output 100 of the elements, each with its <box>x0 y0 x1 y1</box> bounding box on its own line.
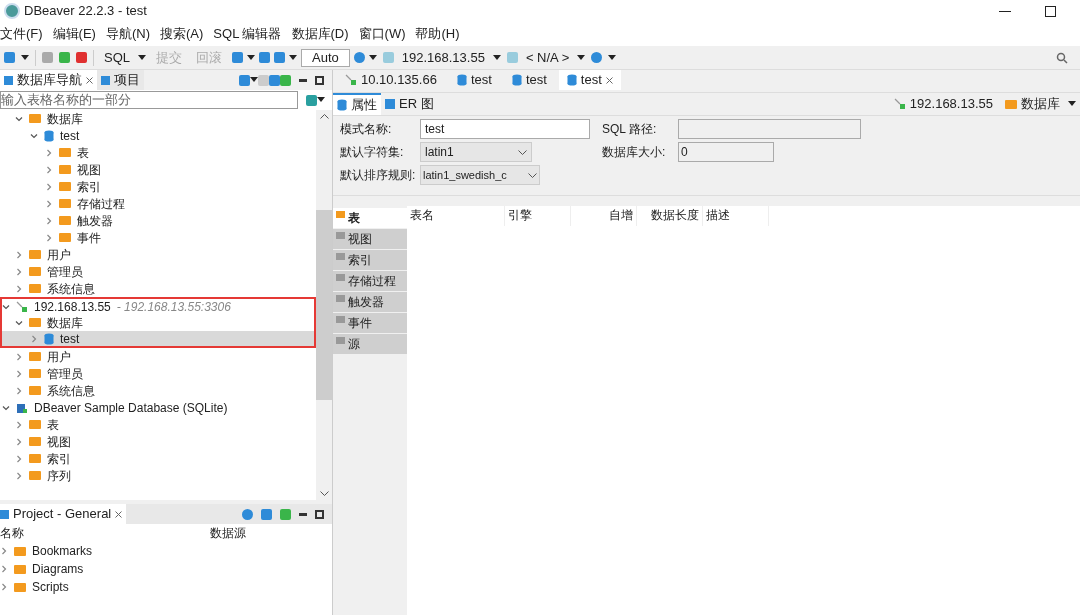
minimize-button[interactable] <box>999 10 1011 12</box>
transaction-mode-field[interactable]: Auto <box>301 48 350 67</box>
toolbar-icon[interactable] <box>76 52 87 63</box>
toolbar-icon[interactable] <box>280 74 291 86</box>
toolbar-icon[interactable] <box>591 52 603 63</box>
tree-item[interactable]: 用户 <box>0 246 316 263</box>
chevron-right-icon[interactable] <box>0 565 8 573</box>
chevron-right-icon[interactable] <box>0 547 8 555</box>
menu-item[interactable]: SQL 编辑器 <box>213 24 282 44</box>
panel-tab[interactable]: Project - General <box>0 504 127 524</box>
tree-item[interactable]: 表 <box>0 144 316 161</box>
minimize-icon[interactable] <box>299 512 307 516</box>
side-tab[interactable]: 表 <box>333 208 407 228</box>
menu-item[interactable]: 文件(F) <box>0 24 43 44</box>
tree-item[interactable]: 索引 <box>0 450 316 467</box>
caret-icon[interactable] <box>368 54 377 61</box>
tree-item[interactable]: DBeaver Sample Database (SQLite) <box>0 399 316 416</box>
collation-dropdown[interactable]: latin1_swedish_c <box>420 165 540 185</box>
toolbar-icon[interactable] <box>4 52 15 63</box>
scroll-down-icon[interactable] <box>319 491 329 496</box>
toolbar-icon[interactable] <box>382 52 394 63</box>
caret-icon[interactable] <box>138 54 146 61</box>
project-item[interactable]: Scripts <box>0 578 332 596</box>
menu-item[interactable]: 窗口(W) <box>358 24 406 44</box>
editor-tab[interactable]: test <box>448 70 500 90</box>
close-icon[interactable] <box>115 510 123 518</box>
chevron-down-icon[interactable] <box>2 403 10 412</box>
toolbar-icon[interactable] <box>232 52 243 63</box>
side-tab[interactable]: 触发器 <box>333 292 407 312</box>
tree-item[interactable]: 事件 <box>0 229 316 246</box>
caret-icon[interactable] <box>492 54 501 61</box>
side-tab[interactable]: 存储过程 <box>333 271 407 291</box>
tree-item[interactable]: test <box>0 127 316 144</box>
chevron-right-icon[interactable] <box>0 583 8 591</box>
minimize-icon[interactable] <box>299 78 307 82</box>
tree-item[interactable]: test <box>0 331 316 348</box>
breadcrumb-item[interactable]: 192.168.13.55 <box>909 94 993 114</box>
caret-icon[interactable] <box>317 97 325 103</box>
toolbar-icon[interactable] <box>259 52 270 63</box>
tree-item[interactable]: 索引 <box>0 178 316 195</box>
menu-item[interactable]: 数据库(D) <box>291 24 349 44</box>
tree-item[interactable]: 存储过程 <box>0 195 316 212</box>
scroll-up-icon[interactable] <box>319 114 329 119</box>
caret-icon[interactable] <box>608 54 617 61</box>
toolbar-icon[interactable] <box>269 74 280 86</box>
tree-item[interactable]: 数据库 <box>0 110 316 127</box>
side-tab[interactable]: 事件 <box>333 313 407 333</box>
tree-item[interactable]: 表 <box>0 416 316 433</box>
tree-item[interactable]: 系统信息 <box>0 382 316 399</box>
toolbar-icon[interactable] <box>274 52 285 63</box>
toolbar-icon[interactable] <box>59 52 70 63</box>
panel-tab[interactable]: 项目 <box>97 70 144 90</box>
search-icon[interactable] <box>1056 51 1068 64</box>
tree-item[interactable]: 管理员 <box>0 365 316 382</box>
editor-tab[interactable]: test <box>503 70 555 90</box>
chevron-down-icon[interactable] <box>518 149 527 155</box>
caret-icon[interactable] <box>247 54 255 61</box>
breadcrumb-item[interactable]: 数据库 <box>1021 94 1060 114</box>
charset-dropdown[interactable]: latin1 <box>420 142 532 162</box>
side-tab[interactable]: 视图 <box>333 229 407 249</box>
menu-item[interactable]: 搜索(A) <box>160 24 204 44</box>
scrollbar[interactable] <box>316 110 332 500</box>
tree-item[interactable]: 管理员 <box>0 263 316 280</box>
side-tab[interactable]: 源 <box>333 334 407 354</box>
tree-item[interactable]: 视图 <box>0 433 316 450</box>
caret-icon[interactable] <box>577 54 586 61</box>
toolbar-icon[interactable] <box>280 508 291 520</box>
toolbar-icon[interactable] <box>42 52 53 63</box>
toolbar-button[interactable]: SQL <box>100 47 134 68</box>
menu-item[interactable]: 编辑(E) <box>52 24 96 44</box>
schema-name-field[interactable]: test <box>420 119 590 139</box>
sub-tab[interactable]: 属性 <box>333 93 381 115</box>
menu-item[interactable]: 导航(N) <box>105 24 150 44</box>
db-size-field[interactable]: 0 <box>678 142 774 162</box>
tree-item[interactable]: 192.168.13.55 - 192.168.13.55:3306 <box>0 297 316 314</box>
maximize-icon[interactable] <box>315 75 324 85</box>
maximize-icon[interactable] <box>315 509 324 519</box>
tree-item[interactable]: 触发器 <box>0 212 316 229</box>
sub-tab[interactable]: ER 图 <box>381 93 438 115</box>
editor-tab[interactable]: 10.10.135.66 <box>337 70 445 90</box>
tree-item[interactable]: 序列 <box>0 467 316 484</box>
menu-item[interactable]: 帮助(H) <box>415 24 460 44</box>
side-tab[interactable]: 索引 <box>333 250 407 270</box>
panel-tab[interactable]: 数据库导航 <box>0 70 97 90</box>
tree-item[interactable]: 系统信息 <box>0 280 316 297</box>
tree-item[interactable]: 用户 <box>0 348 316 365</box>
close-icon[interactable] <box>605 76 613 84</box>
editor-tab[interactable]: test <box>558 70 621 90</box>
caret-icon[interactable] <box>21 54 29 61</box>
caret-icon[interactable] <box>1068 101 1076 107</box>
project-item[interactable]: Bookmarks <box>0 542 332 560</box>
filter-field[interactable]: 输入表格名称的一部分 <box>0 91 298 109</box>
caret-icon[interactable] <box>250 77 258 83</box>
caret-icon[interactable] <box>289 54 297 61</box>
toolbar-combo[interactable]: 192.168.13.55 <box>397 47 489 68</box>
toolbar-combo[interactable]: < N/A > <box>521 47 574 68</box>
toolbar-icon[interactable] <box>261 508 272 520</box>
tree-item[interactable]: 视图 <box>0 161 316 178</box>
sql-path-field[interactable] <box>678 119 861 139</box>
maximize-button[interactable] <box>1045 5 1056 17</box>
